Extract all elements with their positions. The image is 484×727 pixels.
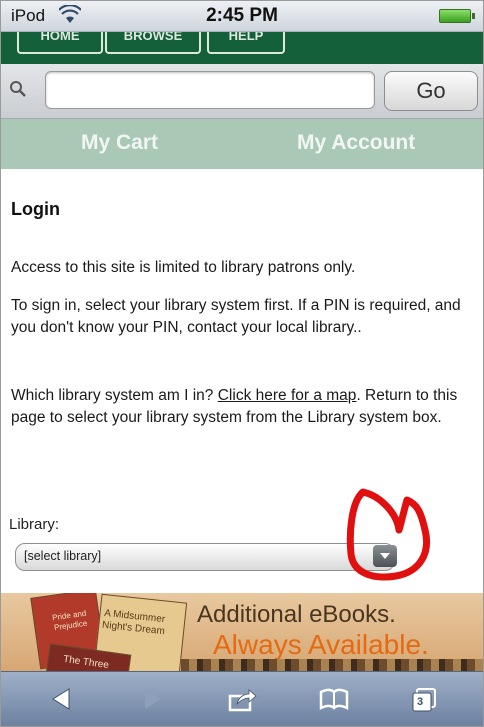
status-bar: iPod 2:45 PM bbox=[1, 1, 483, 32]
search-input[interactable] bbox=[45, 71, 375, 109]
access-notice: Access to this site is limited to librar… bbox=[11, 259, 356, 276]
browser-toolbar: 3 bbox=[1, 671, 483, 726]
browse-button[interactable]: BROWSE bbox=[105, 32, 201, 54]
home-button[interactable]: HOME bbox=[17, 32, 103, 54]
page-title: Login bbox=[11, 199, 60, 219]
banner-line-1: Additional eBooks. bbox=[197, 601, 396, 628]
clock: 2:45 PM bbox=[206, 5, 278, 26]
tabs-icon bbox=[412, 688, 436, 712]
search-icon bbox=[10, 81, 26, 97]
back-arrow-icon[interactable] bbox=[47, 686, 77, 712]
device-screen: iPod 2:45 PM HOME BROWSE HELP Go My Cart… bbox=[0, 0, 484, 727]
top-nav: HOME BROWSE HELP bbox=[1, 32, 483, 64]
ebooks-banner[interactable]: Pride and Prejudice A Midsummer Night's … bbox=[1, 593, 483, 671]
bookshelf-graphic bbox=[181, 659, 483, 671]
share-icon[interactable] bbox=[227, 686, 257, 712]
help-question: Which library system am I in? bbox=[11, 387, 214, 404]
battery-icon bbox=[439, 9, 475, 23]
tabs-count: 3 bbox=[417, 696, 424, 708]
my-account-link[interactable]: My Account bbox=[297, 131, 415, 155]
library-system-help: Which library system am I in? Click here… bbox=[11, 385, 471, 429]
account-bar: My Cart My Account bbox=[1, 119, 483, 169]
help-button[interactable]: HELP bbox=[207, 32, 285, 54]
library-select-value: [select library] bbox=[24, 549, 102, 563]
my-cart-link[interactable]: My Cart bbox=[81, 131, 158, 155]
search-bar: Go bbox=[1, 64, 483, 119]
red-annotation-circle bbox=[346, 488, 430, 581]
tabs-button[interactable]: 3 bbox=[409, 686, 439, 712]
library-label: Library: bbox=[9, 516, 60, 533]
map-link[interactable]: Click here for a map bbox=[218, 387, 357, 404]
banner-line-2: Always Available. bbox=[213, 629, 429, 660]
forward-arrow-icon[interactable] bbox=[137, 686, 167, 712]
library-select[interactable]: [select library] bbox=[15, 543, 397, 571]
go-button[interactable]: Go bbox=[384, 71, 478, 111]
bookmarks-icon[interactable] bbox=[319, 686, 349, 712]
sign-in-instructions: To sign in, select your library system f… bbox=[11, 297, 461, 336]
